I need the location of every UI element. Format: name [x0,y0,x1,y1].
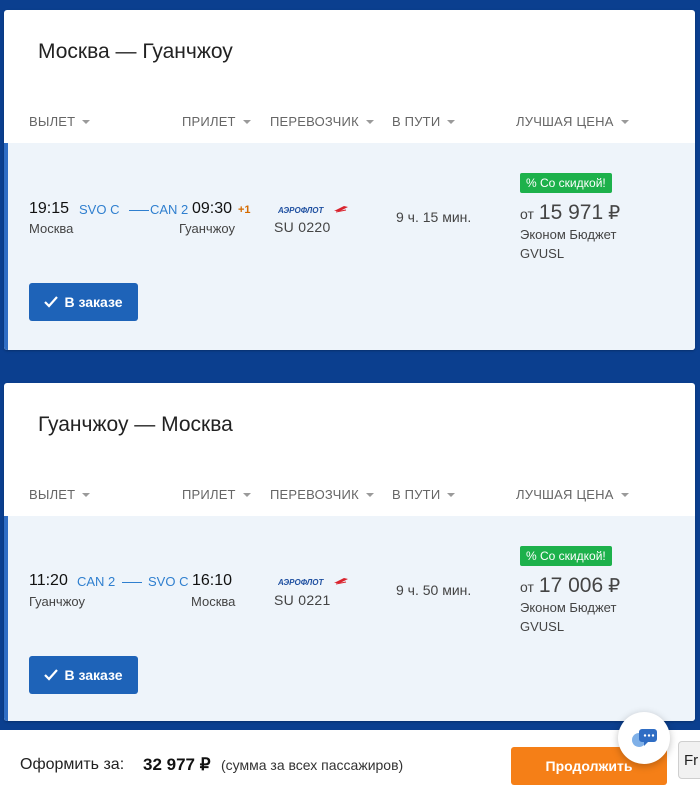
sort-price[interactable]: ЛУЧШАЯ ЦЕНА [516,114,629,129]
sort-departure[interactable]: ВЫЛЕТ [29,487,91,502]
arrival-city: Гуанчжоу [179,221,235,236]
check-icon [44,669,59,681]
departure-time: 11:20 [29,572,68,589]
currency-sign: ₽ [608,576,621,597]
language-tab[interactable]: Fr [678,741,700,779]
caret-down-icon [82,492,91,497]
chat-bubble-icon [632,729,657,747]
in-order-button[interactable]: В заказе [29,283,138,321]
sort-arrival[interactable]: ПРИЛЕТ [182,487,251,502]
column-header-label: ПЕРЕВОЗЧИК [270,114,359,129]
flight-number: SU 0220 [274,219,331,235]
caret-down-icon [242,119,251,124]
check-icon [44,296,59,308]
departure-airport: CAN 2 [77,574,116,589]
currency-sign: ₽ [608,203,621,224]
fare-name: Эконом Бюджет [520,227,617,242]
checkout-footer: Оформить за: 32 977 ₽ (сумма за всех пас… [0,730,700,795]
sort-price[interactable]: ЛУЧШАЯ ЦЕНА [516,487,629,502]
arrival-airport: CAN 2 [150,202,189,217]
chat-button[interactable] [618,712,670,764]
arrival-time: 09:30 [192,200,233,217]
price-block: от 17 006 ₽ [520,574,620,598]
aeroflot-logo: АЭРОФЛОТ [278,206,348,215]
checkout-note: (сумма за всех пассажиров) [221,757,404,773]
checkout-label: Оформить за: [20,756,125,773]
fare-code: GVUSL [520,619,565,634]
button-label: В заказе [64,294,123,310]
logo-text: АЭРОФЛОТ [278,578,324,587]
in-order-button[interactable]: В заказе [29,656,138,694]
arrival-time: 16:10 [192,572,233,589]
column-header-label: ЛУЧШАЯ ЦЕНА [516,487,614,502]
checkout-total: 32 977 ₽ [143,755,211,774]
arrival-airport: SVO C [148,574,189,589]
column-header-label: В ПУТИ [392,114,441,129]
departure-city: Гуанчжоу [29,594,85,609]
sort-carrier[interactable]: ПЕРЕВОЗЧИК [270,114,374,129]
sort-departure[interactable]: ВЫЛЕТ [29,114,91,129]
price-from: от [520,206,534,222]
sort-carrier[interactable]: ПЕРЕВОЗЧИК [270,487,374,502]
column-header-label: ВЫЛЕТ [29,487,76,502]
caret-down-icon [82,119,91,124]
column-header-label: ПРИЛЕТ [182,487,236,502]
route-line [129,210,149,211]
caret-down-icon [620,492,629,497]
sort-arrival[interactable]: ПРИЛЕТ [182,114,251,129]
caret-down-icon [447,492,456,497]
caret-down-icon [620,119,629,124]
logo-text: АЭРОФЛОТ [278,206,324,215]
column-header-label: ЛУЧШАЯ ЦЕНА [516,114,614,129]
caret-down-icon [447,119,456,124]
column-header-label: ВЫЛЕТ [29,114,76,129]
caret-down-icon [242,492,251,497]
departure-time: 19:15 [29,200,70,217]
flight-duration: 9 ч. 15 мин. [396,209,472,225]
column-header-label: ПЕРЕВОЗЧИК [270,487,359,502]
segment-title: Гуанчжоу — Москва [38,413,233,436]
sort-duration[interactable]: В ПУТИ [392,114,456,129]
segment-title: Москва — Гуанчжоу [38,40,233,63]
aeroflot-logo: АЭРОФЛОТ [278,578,348,587]
price-value: 15 971 [538,201,604,224]
caret-down-icon [365,119,374,124]
flight-row[interactable]: 11:20 CAN 2 SVO C 16:10 Гуанчжоу Москва … [4,516,695,721]
departure-airport: SVO C [79,202,120,217]
flight-row[interactable]: 19:15 SVO C CAN 2 09:30 +1 Москва Гуанчж… [4,143,695,350]
price-value: 17 006 [538,574,604,597]
fare-code: GVUSL [520,246,565,261]
departure-city: Москва [29,221,74,236]
arrival-city: Москва [191,594,236,609]
route-line [122,582,142,583]
flight-duration: 9 ч. 50 мин. [396,582,472,598]
price-block: от 15 971 ₽ [520,201,620,225]
flight-card-return: Гуанчжоу — Москва ВЫЛЕТ ПРИЛЕТ ПЕРЕВОЗЧИ… [4,383,695,721]
caret-down-icon [365,492,374,497]
discount-badge: % Со скидкой! [520,173,612,193]
flight-number: SU 0221 [274,592,331,608]
column-header-label: ПРИЛЕТ [182,114,236,129]
fare-name: Эконом Бюджет [520,600,617,615]
button-label: В заказе [64,667,123,683]
column-header-label: В ПУТИ [392,487,441,502]
flight-card-outbound: Москва — Гуанчжоу ВЫЛЕТ ПРИЛЕТ ПЕРЕВОЗЧИ… [4,10,695,350]
discount-badge: % Со скидкой! [520,546,612,566]
price-from: от [520,579,534,595]
day-shift: +1 [238,204,251,216]
sort-duration[interactable]: В ПУТИ [392,487,456,502]
